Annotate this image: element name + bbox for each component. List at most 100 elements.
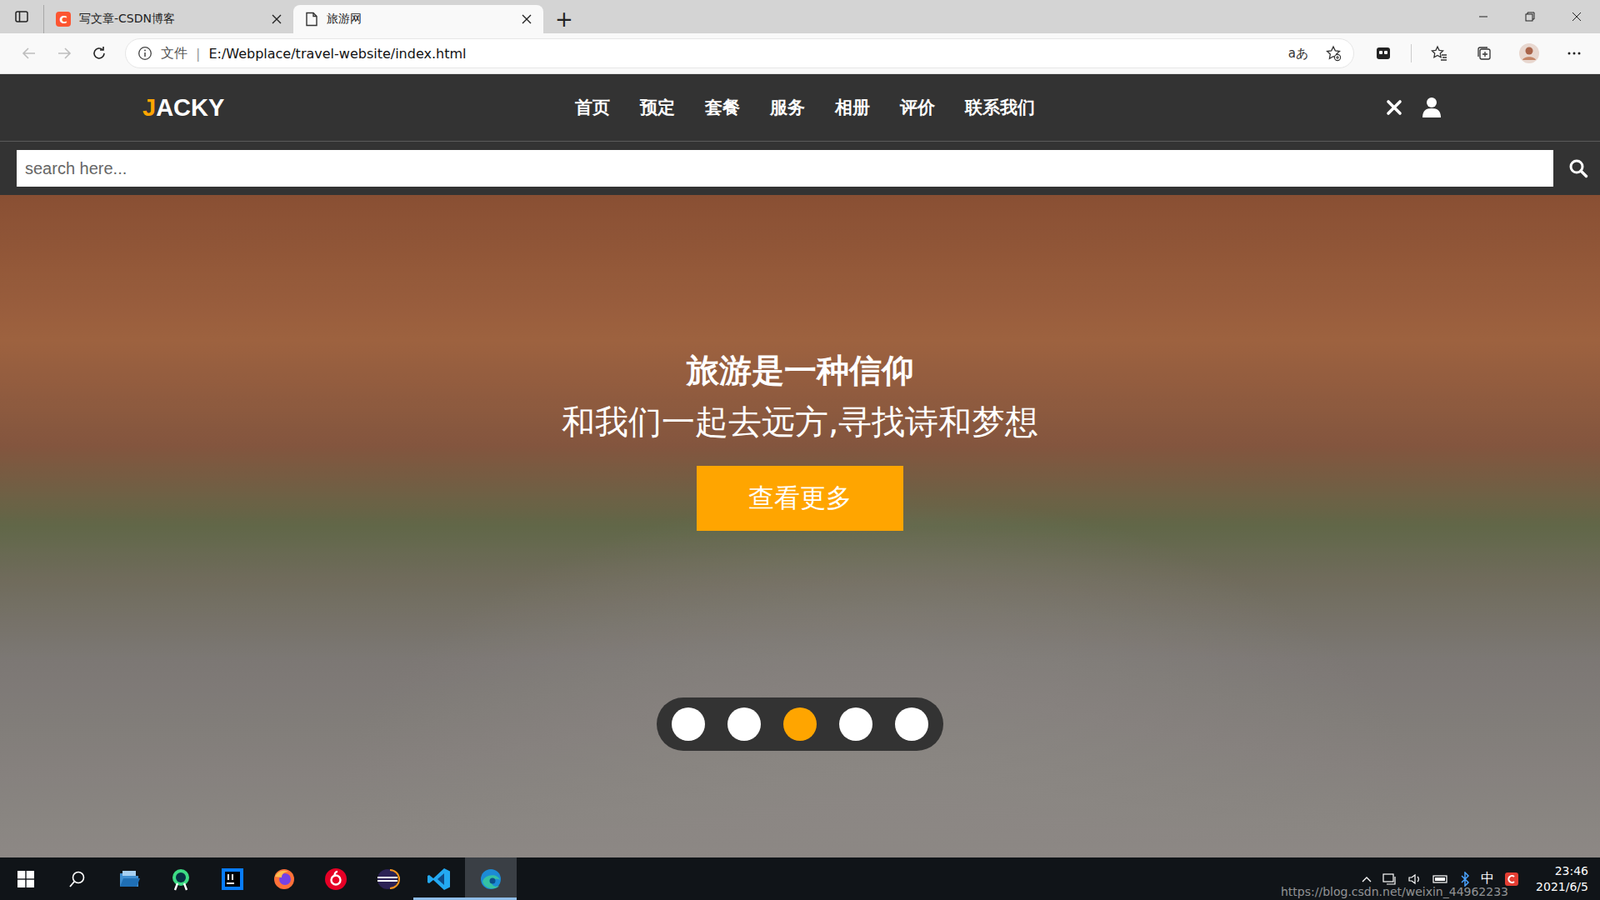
slider-dot[interactable] (839, 707, 873, 741)
edge-icon (478, 866, 504, 892)
page-favicon-icon (305, 11, 319, 27)
tab-actions-button[interactable] (0, 0, 44, 34)
close-icon (1571, 11, 1582, 22)
profile-button[interactable] (1511, 38, 1547, 69)
site-nav: 首页 预定 套餐 服务 相册 评价 联系我们 (575, 95, 1035, 120)
taskbar-app[interactable] (258, 857, 310, 900)
search-icon[interactable] (1568, 158, 1589, 179)
file-explorer-icon (116, 866, 142, 892)
reload-icon (90, 45, 108, 62)
nav-link[interactable]: 服务 (770, 95, 805, 120)
minimize-button[interactable] (1460, 0, 1507, 34)
window-controls (1460, 0, 1600, 34)
user-icon[interactable] (1421, 96, 1442, 119)
taskbar-app[interactable] (465, 857, 517, 900)
nav-link[interactable]: 联系我们 (965, 95, 1035, 120)
forward-arrow-icon (55, 45, 73, 62)
csdn-favicon-icon: C (55, 11, 71, 27)
taskbar-search-button[interactable] (51, 857, 104, 900)
search-bar (0, 141, 1600, 195)
desktop: C写文章-CSDN博客旅游网+文件|E:/Webplace/travel-web… (0, 0, 1600, 900)
restore-button[interactable] (1506, 0, 1554, 34)
android-studio-icon (168, 866, 194, 892)
view-more-button[interactable]: 查看更多 (696, 465, 904, 531)
taskbar-app[interactable] (155, 857, 207, 900)
extension-icon (1375, 45, 1392, 62)
back-arrow-icon (20, 45, 38, 62)
restore-icon (1525, 11, 1535, 22)
add-favorite-icon[interactable] (1325, 45, 1342, 62)
system-tray: 中 23:462021/6/5 (1360, 857, 1600, 900)
nav-link[interactable]: 评价 (900, 95, 935, 120)
taskbar-app[interactable] (310, 857, 362, 900)
more-button[interactable] (1556, 38, 1592, 69)
netease-music-icon (323, 866, 349, 892)
browser-tab[interactable]: 旅游网 (293, 5, 544, 34)
back-button[interactable] (11, 38, 47, 69)
bluetooth-icon[interactable] (1459, 871, 1471, 887)
nav-icons (1385, 96, 1442, 119)
nav-link[interactable]: 预定 (640, 95, 675, 120)
nav-link[interactable]: 相册 (835, 95, 870, 120)
nav-link[interactable]: 首页 (575, 95, 610, 120)
reload-button[interactable] (81, 38, 117, 69)
slider-dot[interactable] (727, 707, 761, 741)
browser-toolbar: 文件|E:/Webplace/travel-website/index.html… (0, 33, 1600, 75)
slider-dot[interactable] (895, 707, 929, 741)
forward-button[interactable] (46, 38, 82, 69)
close-tab-icon[interactable] (521, 14, 532, 25)
favorites-button[interactable] (1421, 38, 1457, 69)
start-button[interactable] (0, 857, 52, 900)
hero-subtitle: 和我们一起去远方,寻找诗和梦想 (561, 402, 1040, 441)
search-icon (68, 870, 87, 889)
taskbar-app[interactable] (361, 857, 414, 900)
address-separator: | (195, 45, 200, 62)
slider-dot[interactable] (671, 707, 705, 741)
clock-date: 2021/6/5 (1535, 879, 1589, 895)
volume-icon[interactable] (1407, 872, 1423, 886)
close-tab-icon[interactable] (271, 14, 282, 25)
profile-avatar-icon (1518, 42, 1540, 65)
slider-dots (656, 697, 944, 751)
close-search-icon[interactable] (1385, 98, 1404, 117)
hero-banner: 旅游是一种信仰和我们一起去远方,寻找诗和梦想查看更多 (0, 195, 1600, 858)
battery-icon[interactable] (1432, 873, 1450, 885)
tab-strip: C 写文章-CSDN博客 旅游网 + (0, 0, 1600, 34)
info-icon (137, 45, 153, 61)
tab-actions-icon (14, 9, 30, 25)
taskbar-app[interactable] (413, 857, 465, 900)
taskbar: 中 23:462021/6/5 https://blog.csdn.net/weix… (0, 857, 1600, 900)
site-logo[interactable]: JACKY (142, 94, 225, 122)
clock-time: 23:46 (1555, 863, 1589, 879)
address-scheme: 文件 (160, 45, 188, 63)
nav-link[interactable]: 套餐 (705, 95, 740, 120)
browser-tab[interactable]: C 写文章-CSDN博客 (43, 5, 294, 34)
toolbar-icons (1365, 38, 1592, 69)
csdn-tray-icon[interactable] (1504, 871, 1520, 887)
watermark: https://blog.csdn.net/weixin_44962233 (1280, 885, 1509, 899)
clock[interactable]: 23:462021/6/5 (1535, 863, 1589, 894)
address-bar[interactable]: 文件|E:/Webplace/travel-website/index.html… (125, 38, 1355, 69)
tab-label: 写文章-CSDN博客 (79, 11, 264, 27)
network-icon[interactable] (1382, 872, 1398, 886)
vscode-icon (426, 866, 452, 892)
close-window-button[interactable] (1553, 0, 1600, 34)
search-input[interactable] (16, 150, 1554, 187)
show-hidden-icons-icon[interactable] (1360, 873, 1373, 885)
input-method-indicator[interactable]: 中 (1480, 870, 1495, 888)
taskbar-app[interactable] (103, 857, 155, 900)
new-tab-button[interactable]: + (543, 5, 585, 34)
web-page: JACKY首页预定套餐服务相册评价联系我们旅游是一种信仰和我们一起去远方,寻找诗… (0, 74, 1600, 858)
intellij-icon (220, 866, 245, 892)
eclipse-icon (375, 866, 400, 892)
read-aloud-button[interactable]: aあ (1288, 45, 1309, 62)
tab-label: 旅游网 (326, 11, 514, 27)
more-dots-icon (1565, 45, 1583, 62)
collections-button[interactable] (1466, 38, 1502, 69)
slider-dot[interactable] (783, 707, 817, 741)
collections-icon (1475, 45, 1493, 62)
extension-button[interactable] (1365, 38, 1401, 69)
firefox-icon (271, 866, 297, 892)
favorites-icon (1430, 45, 1448, 62)
taskbar-app[interactable] (206, 857, 259, 900)
